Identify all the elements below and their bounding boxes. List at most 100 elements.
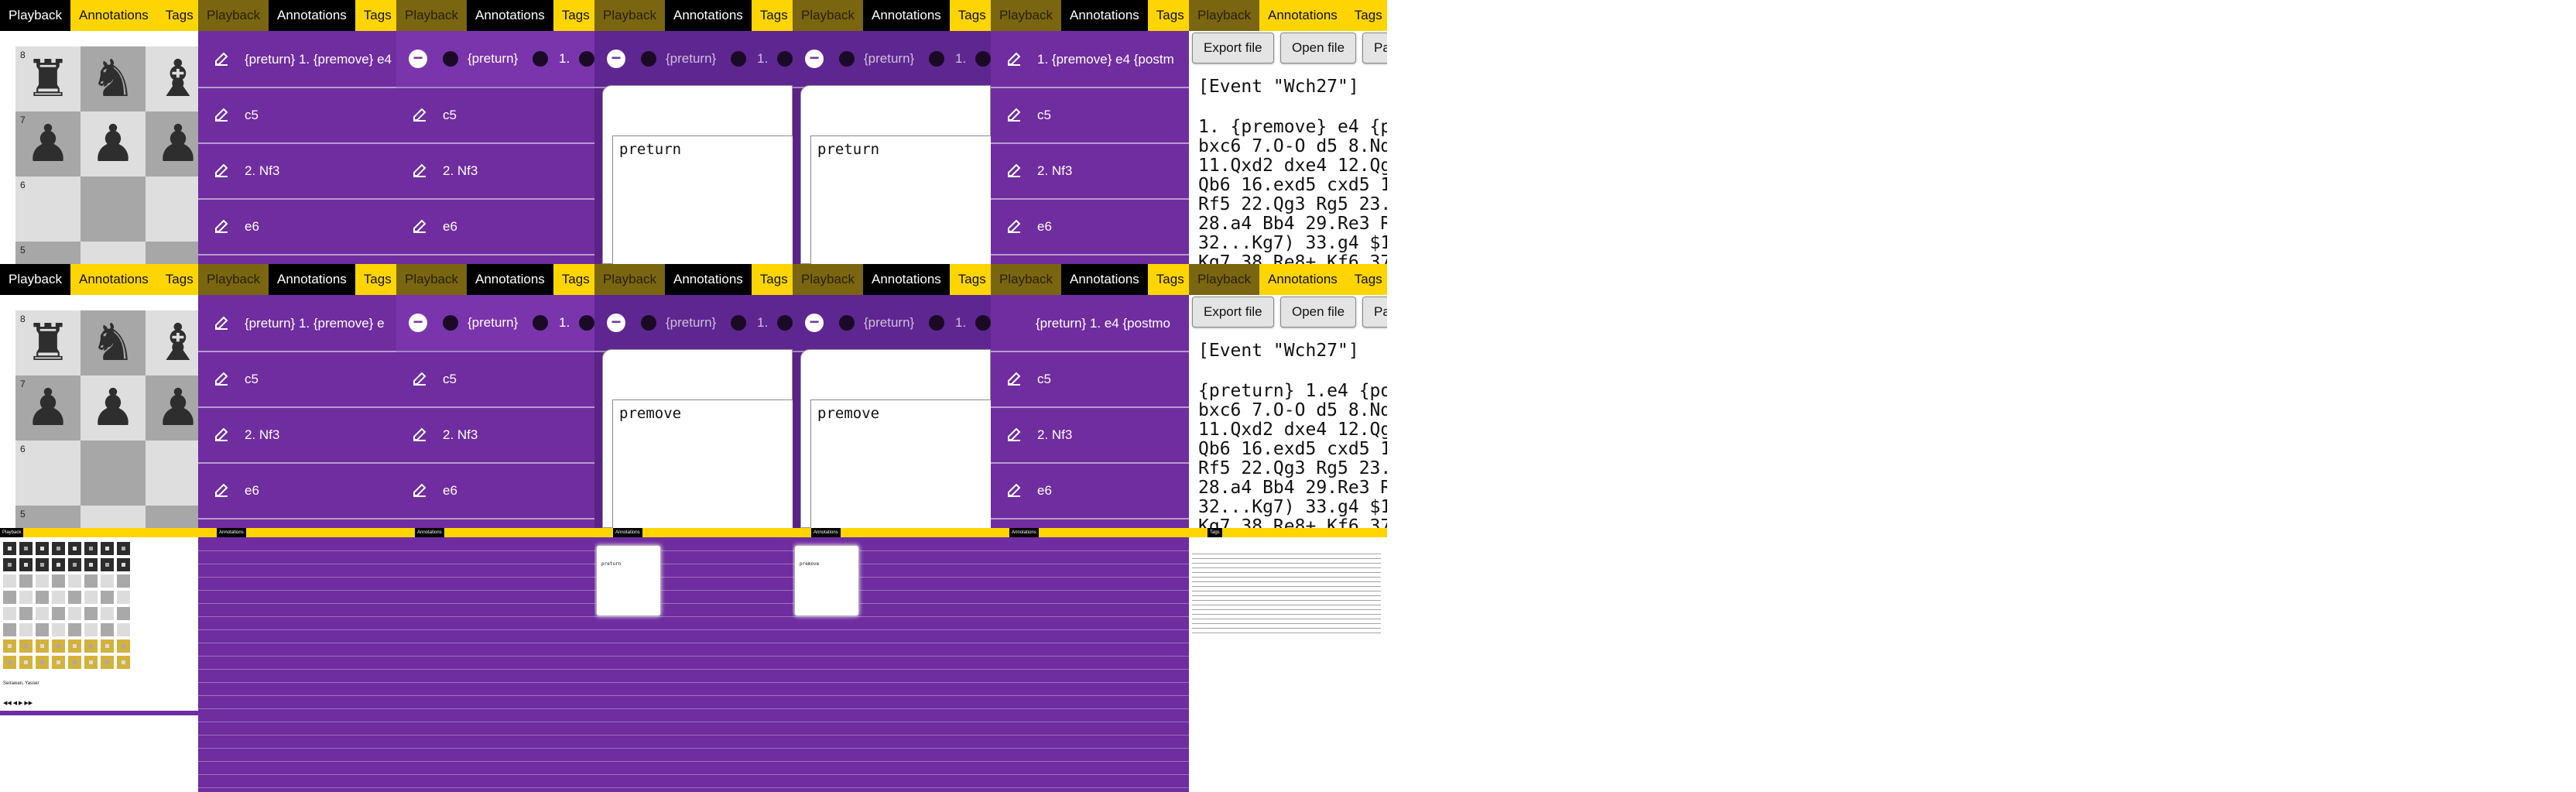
comment-textarea[interactable] xyxy=(810,135,991,264)
slot-dot-icon[interactable] xyxy=(731,51,746,67)
mini-move-row[interactable] xyxy=(991,761,1189,775)
comment-textarea[interactable] xyxy=(612,135,793,264)
mini-move-row[interactable] xyxy=(594,669,793,683)
mini-move-row[interactable] xyxy=(198,603,396,617)
slot-dot-icon[interactable] xyxy=(929,315,944,331)
slot-dot-icon[interactable] xyxy=(731,315,746,331)
mini-move-row[interactable] xyxy=(198,682,396,696)
mini-move-row[interactable] xyxy=(991,616,1189,630)
tab-tags[interactable]: Tags xyxy=(1208,528,1222,537)
comment-textarea[interactable] xyxy=(612,399,793,528)
board-square[interactable] xyxy=(19,639,33,653)
tab-playback[interactable]: Playback xyxy=(396,0,467,31)
board-square[interactable] xyxy=(3,591,16,604)
mini-move-row[interactable] xyxy=(594,735,793,749)
tab-annotations[interactable]: Annotations xyxy=(1009,528,1039,537)
board-square[interactable] xyxy=(117,574,130,588)
mini-move-row[interactable] xyxy=(396,590,594,604)
board-square[interactable] xyxy=(3,558,16,571)
board-square[interactable] xyxy=(101,623,114,636)
tab-playback[interactable]: Playback xyxy=(1189,0,1259,31)
mini-move-row[interactable] xyxy=(793,748,991,762)
board-square[interactable] xyxy=(3,574,16,588)
black-pawn-icon[interactable]: ♟ xyxy=(146,111,198,177)
black-bishop-icon[interactable]: ♝ xyxy=(146,310,198,375)
mini-move-row[interactable] xyxy=(793,761,991,775)
mini-move-row[interactable] xyxy=(991,656,1189,670)
move-row[interactable]: e6 xyxy=(991,462,1189,519)
board-square[interactable] xyxy=(36,591,49,604)
mini-move-row[interactable] xyxy=(594,695,793,709)
board-square[interactable] xyxy=(52,607,65,620)
move-row[interactable]: c5 xyxy=(396,351,594,408)
board-square[interactable] xyxy=(117,623,130,636)
tab-tags[interactable]: Tags xyxy=(751,264,793,295)
tab-tags[interactable]: Tags xyxy=(355,0,396,31)
comment-chip[interactable]: {preturn} xyxy=(864,51,914,67)
board-square[interactable] xyxy=(117,639,130,653)
mini-move-row[interactable] xyxy=(198,590,396,604)
board-square[interactable] xyxy=(117,607,130,620)
edit-icon[interactable] xyxy=(212,369,231,388)
move-row[interactable]: 2. Nf3 xyxy=(198,142,396,200)
board-square[interactable] xyxy=(117,656,130,669)
move-row[interactable]: e6 xyxy=(198,198,396,255)
mini-move-row[interactable] xyxy=(396,550,594,564)
mini-move-row[interactable] xyxy=(991,643,1189,657)
tab-annotations[interactable]: Annotations xyxy=(664,0,752,31)
board-square[interactable] xyxy=(36,656,49,669)
tab-annotations[interactable]: Annotations xyxy=(466,264,553,295)
board-square[interactable] xyxy=(101,656,114,669)
move-row[interactable]: 1. {premove} e4 {postm xyxy=(991,31,1189,88)
tab-annotations[interactable]: Annotations xyxy=(1060,264,1148,295)
move-row[interactable]: {preturn} 1. {premove} e4 xyxy=(198,31,396,88)
slot-dot-icon[interactable] xyxy=(839,315,855,331)
mini-move-row[interactable] xyxy=(991,669,1189,683)
mini-move-row[interactable] xyxy=(793,656,991,670)
mini-move-row[interactable] xyxy=(198,537,396,551)
mini-move-row[interactable] xyxy=(793,669,991,683)
mini-move-row[interactable] xyxy=(396,708,594,722)
tab-annotations[interactable]: Annotations xyxy=(862,0,950,31)
board-square[interactable] xyxy=(3,607,16,620)
edit-icon[interactable] xyxy=(212,105,231,124)
mini-move-row[interactable] xyxy=(396,695,594,709)
board-square[interactable] xyxy=(19,574,33,588)
board-square[interactable] xyxy=(68,591,81,604)
tab-annotations[interactable]: Annotations xyxy=(70,264,157,295)
board-square[interactable] xyxy=(68,623,81,636)
mini-move-row[interactable] xyxy=(396,603,594,617)
mini-move-row[interactable] xyxy=(396,629,594,643)
mini-move-row[interactable] xyxy=(396,722,594,735)
mini-move-row[interactable] xyxy=(198,616,396,630)
mini-move-row[interactable] xyxy=(396,564,594,578)
move-row[interactable]: {preturn} 1. {premove} e xyxy=(198,295,396,352)
edit-icon[interactable] xyxy=(1005,161,1023,180)
mini-move-row[interactable] xyxy=(793,616,991,630)
black-rook-icon[interactable]: ♜ xyxy=(15,46,80,111)
black-pawn-icon[interactable]: ♟ xyxy=(80,111,146,177)
board-square[interactable] xyxy=(117,542,130,555)
export-file-button[interactable]: Export file xyxy=(1192,33,1274,63)
tab-annotations[interactable]: Annotations xyxy=(217,528,246,537)
tab-playback[interactable]: Playback xyxy=(793,264,863,295)
slot-dot-icon[interactable] xyxy=(641,315,656,331)
slot-dot-icon[interactable] xyxy=(533,315,548,331)
mini-move-row[interactable] xyxy=(396,577,594,591)
mini-move-row[interactable] xyxy=(198,643,396,657)
tab-annotations[interactable]: Annotations xyxy=(466,0,553,31)
board-square[interactable] xyxy=(52,591,65,604)
remove-icon[interactable]: − xyxy=(607,314,625,332)
comment-chip[interactable]: {preturn} xyxy=(468,51,518,67)
move-row[interactable]: c5 xyxy=(198,87,396,144)
move-row[interactable]: e6 xyxy=(198,462,396,519)
mini-move-row[interactable] xyxy=(991,603,1189,617)
board-square[interactable] xyxy=(68,656,81,669)
tab-tags[interactable]: Tags xyxy=(1345,264,1387,295)
slot-dot-icon[interactable] xyxy=(533,51,548,67)
mini-move-row[interactable] xyxy=(594,748,793,762)
tab-tags[interactable]: Tags xyxy=(156,264,198,295)
move-row[interactable]: c5 xyxy=(991,351,1189,408)
board-square[interactable] xyxy=(68,558,81,571)
mini-move-row[interactable] xyxy=(198,564,396,578)
